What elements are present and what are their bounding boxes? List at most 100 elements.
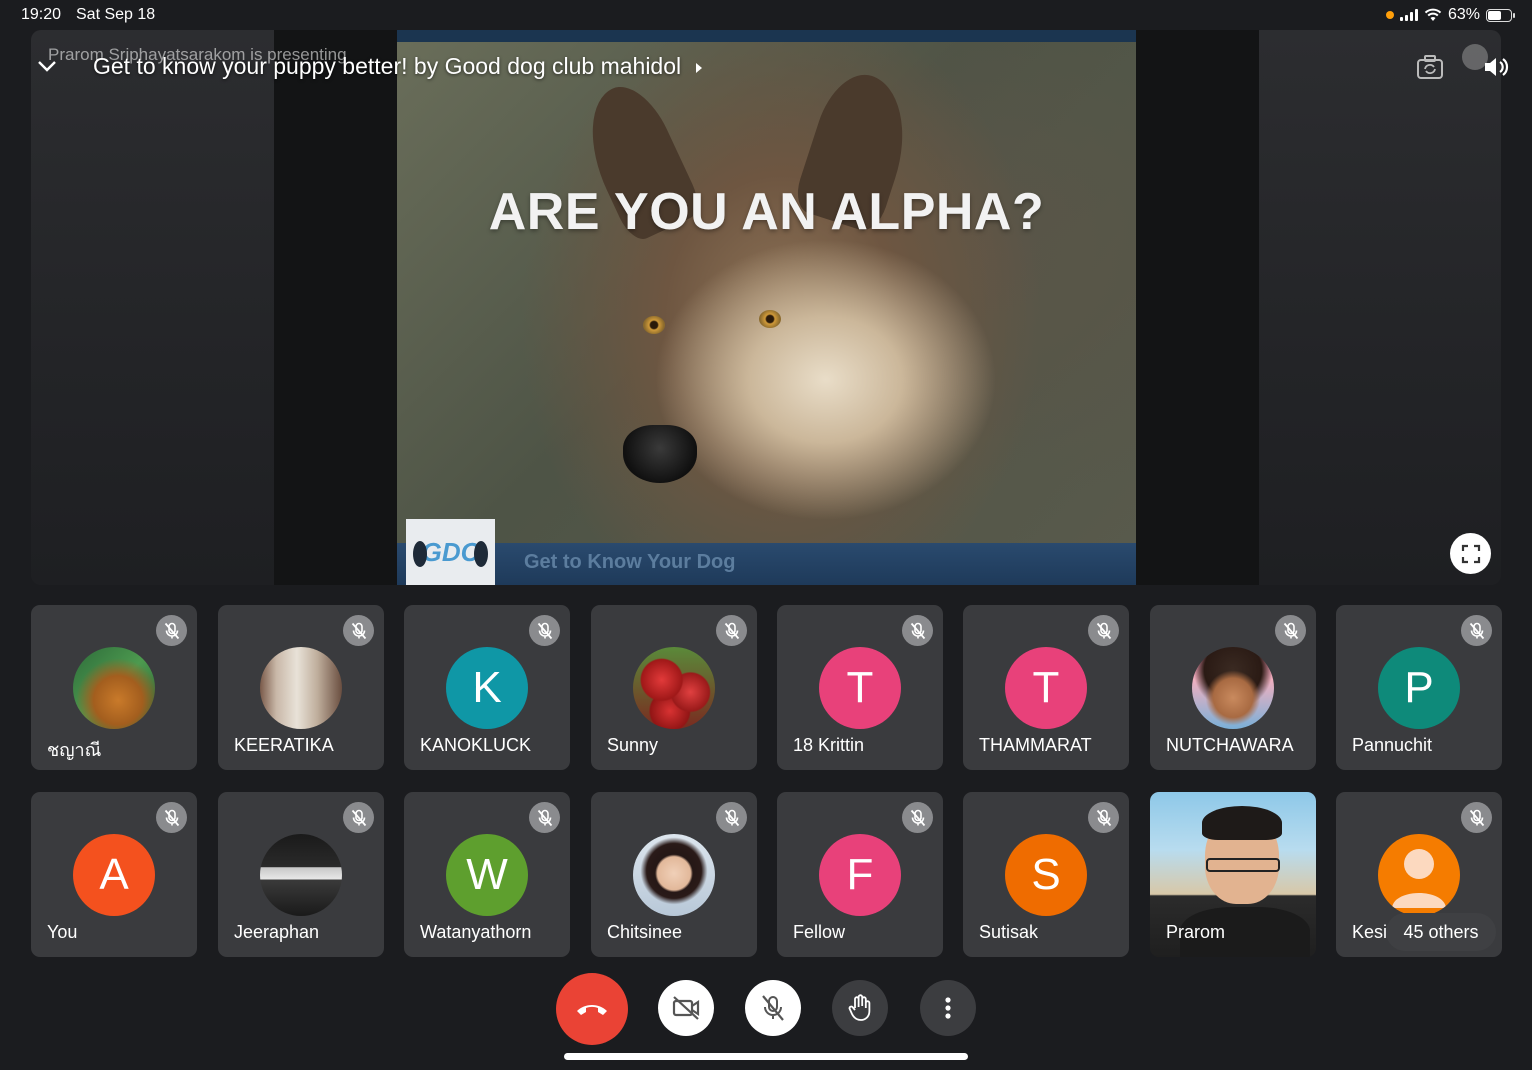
mic-off-icon <box>762 995 784 1021</box>
participant-name: KANOKLUCK <box>420 735 532 755</box>
speaker-icon[interactable] <box>1482 53 1510 81</box>
muted-indicator <box>1088 802 1119 833</box>
mic-off-icon <box>1469 622 1484 639</box>
gdc-logo: GDC <box>406 519 495 585</box>
status-date: Sat Sep 18 <box>76 6 156 23</box>
slide-heading: ARE YOU AN ALPHA? <box>488 183 1045 241</box>
mic-off-icon <box>537 809 552 826</box>
participant-tile[interactable]: KEERATIKA <box>218 605 384 770</box>
wolf-eye-left <box>643 316 665 334</box>
participant-tile[interactable]: T 18 Krittin <box>777 605 943 770</box>
participant-tile[interactable]: P Pannuchit <box>1336 605 1502 770</box>
slide-footer-bar <box>397 543 1136 585</box>
meeting-title[interactable]: Get to know your puppy better! by Good d… <box>93 53 704 80</box>
chevron-right-icon <box>695 62 702 73</box>
avatar-initial: F <box>846 850 874 899</box>
home-indicator[interactable] <box>564 1053 968 1060</box>
status-bar: 19:20 Sat Sep 18 63% <box>0 0 1532 30</box>
fullscreen-icon <box>1461 544 1480 563</box>
participant-tile[interactable]: W Watanyathorn <box>404 792 570 957</box>
camera-off-icon <box>672 996 700 1020</box>
avatar <box>260 834 342 916</box>
participant-tile[interactable]: NUTCHAWARA <box>1150 605 1316 770</box>
avatar-initial: P <box>1404 663 1434 712</box>
wolf-eye-right <box>759 310 781 328</box>
slide-top-bar <box>397 30 1136 42</box>
mic-off-icon <box>351 809 366 826</box>
avatar: K <box>446 647 528 729</box>
participant-name: Prarom <box>1166 922 1226 942</box>
participant-name: Jeeraphan <box>234 922 320 942</box>
avatar-initial: K <box>472 663 502 712</box>
wolf-nose <box>623 425 697 483</box>
participant-name: Chitsinee <box>607 922 683 942</box>
mic-off-icon <box>910 622 925 639</box>
more-vert-icon <box>945 997 951 1019</box>
mic-off-icon <box>1283 622 1298 639</box>
mic-off-icon <box>724 809 739 826</box>
participant-tile[interactable]: Sunny <box>591 605 757 770</box>
status-time: 19:20 <box>21 6 62 23</box>
raise-hand-button[interactable] <box>832 980 888 1036</box>
participant-tile[interactable]: ชญาณี <box>31 605 197 770</box>
participant-name: Fellow <box>793 922 846 942</box>
muted-indicator <box>156 615 187 646</box>
participant-name: THAMMARAT <box>979 735 1092 755</box>
participant-name: Sunny <box>607 735 659 755</box>
muted-indicator <box>902 802 933 833</box>
participant-tile[interactable]: Jeeraphan <box>218 792 384 957</box>
avatar-initial: W <box>466 850 508 899</box>
hand-icon <box>848 994 871 1021</box>
fullscreen-button[interactable] <box>1450 533 1491 574</box>
others-pill[interactable]: 45 others <box>1386 913 1496 951</box>
mic-in-use-indicator <box>1385 11 1394 19</box>
slide-footer-text: Get to Know Your Dog <box>524 551 736 573</box>
avatar: W <box>446 834 528 916</box>
participant-tile[interactable]: Prarom <box>1150 792 1316 957</box>
muted-indicator <box>529 802 560 833</box>
avatar-initial: T <box>1032 663 1060 712</box>
muted-indicator <box>1275 615 1306 646</box>
avatar: A <box>73 834 155 916</box>
muted-indicator <box>1461 615 1492 646</box>
avatar <box>633 834 715 916</box>
muted-indicator <box>156 802 187 833</box>
participant-name: Watanyathorn <box>420 922 532 942</box>
mic-off-icon <box>164 622 179 639</box>
participant-name: NUTCHAWARA <box>1166 735 1294 755</box>
participant-name: Sutisak <box>979 922 1039 942</box>
participant-name: Pannuchit <box>1352 735 1433 755</box>
avatar: T <box>1005 647 1087 729</box>
avatar: T <box>819 647 901 729</box>
more-options-button[interactable] <box>920 980 976 1036</box>
muted-indicator <box>716 802 747 833</box>
participant-tile[interactable]: Chitsinee <box>591 792 757 957</box>
mic-off-icon <box>351 622 366 639</box>
mic-off-icon <box>1469 809 1484 826</box>
mic-toggle-button[interactable] <box>745 980 801 1036</box>
avatar: S <box>1005 834 1087 916</box>
participant-tile[interactable]: A You <box>31 792 197 957</box>
participant-tile[interactable]: S Sutisak <box>963 792 1129 957</box>
presentation-stage[interactable]: ARE YOU AN ALPHA? GDC Get to Know Your D… <box>31 30 1501 585</box>
battery-percent: 63% <box>1447 6 1480 23</box>
mic-off-icon <box>537 622 552 639</box>
avatar-initial: T <box>846 663 874 712</box>
participant-tile[interactable]: F Fellow <box>777 792 943 957</box>
mic-off-icon <box>1096 809 1111 826</box>
participant-tile[interactable]: K KANOKLUCK <box>404 605 570 770</box>
muted-indicator <box>716 615 747 646</box>
camera-toggle-button[interactable] <box>658 980 714 1036</box>
participant-name: You <box>47 922 78 942</box>
battery-icon <box>1486 8 1515 22</box>
avatar-initial: S <box>1031 850 1061 899</box>
letterbox-left <box>274 30 397 585</box>
end-call-button[interactable] <box>556 973 628 1045</box>
person-icon <box>1392 849 1446 908</box>
participant-name: 18 Krittin <box>793 735 865 755</box>
avatar <box>260 647 342 729</box>
muted-indicator <box>343 615 374 646</box>
hang-up-icon <box>577 1005 607 1015</box>
camera-switch-icon[interactable] <box>1416 54 1444 80</box>
participant-tile[interactable]: T THAMMARAT <box>963 605 1129 770</box>
